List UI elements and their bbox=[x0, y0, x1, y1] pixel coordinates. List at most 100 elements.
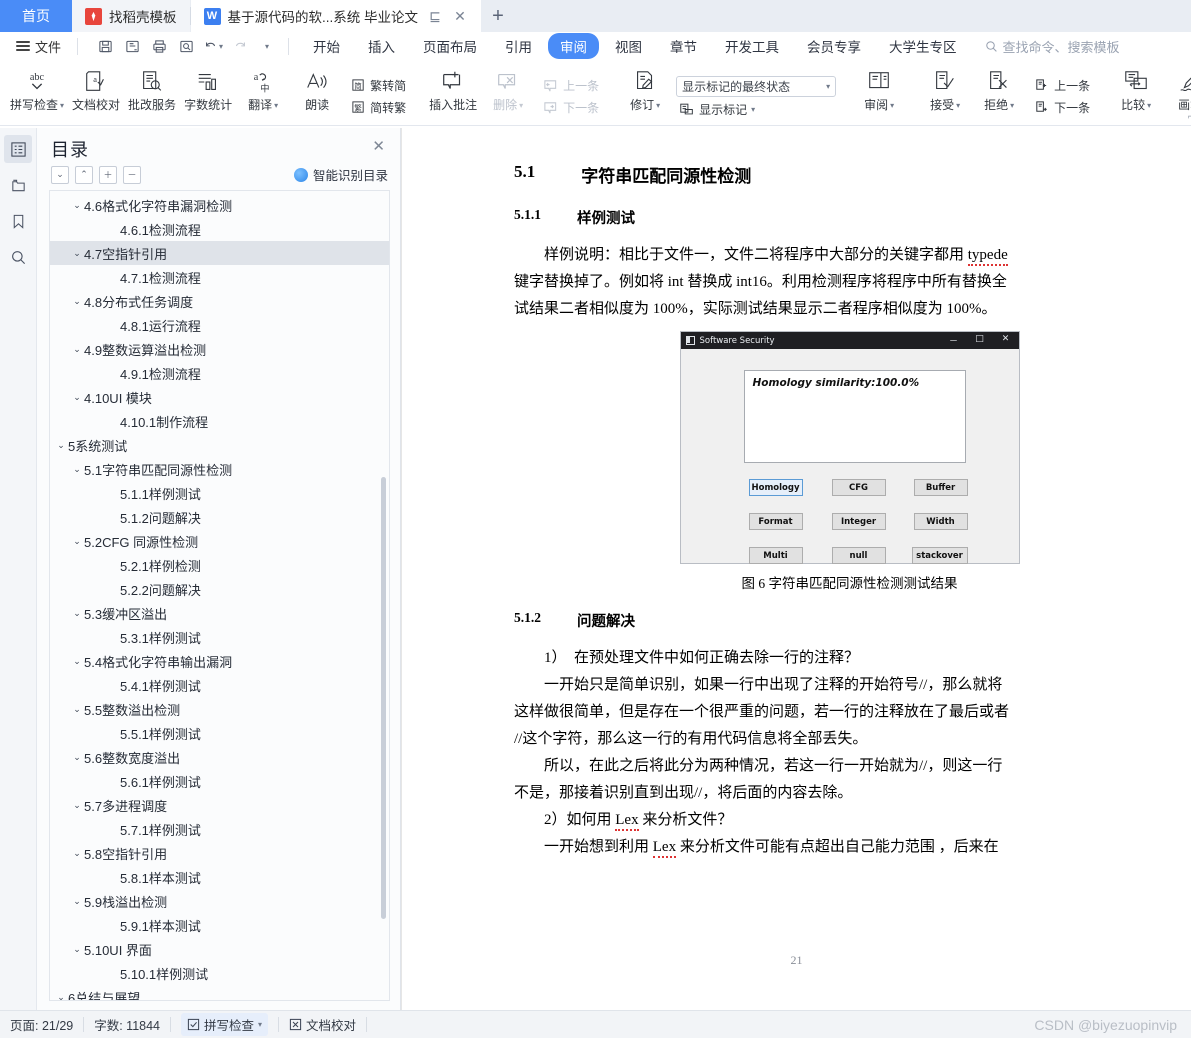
status-spellcheck-button[interactable]: 拼写检查 ▾ bbox=[171, 1013, 278, 1036]
spellcheck-button[interactable]: abc 拼写检查 ▾ bbox=[6, 63, 68, 125]
status-word-count[interactable]: 字数: 11844 bbox=[84, 1015, 170, 1034]
bookmark-icon[interactable] bbox=[4, 207, 32, 235]
chevron-down-icon[interactable]: ⌄ bbox=[70, 200, 84, 211]
toc-collapse-up-button[interactable]: ⌃ bbox=[75, 165, 93, 184]
document-page[interactable]: 5.1 字符串匹配同源性检测 5.1.1 样例测试 样例说明：相比于文件一，文件… bbox=[401, 128, 1191, 1010]
app-button-null[interactable]: null bbox=[831, 547, 886, 564]
read-aloud-button[interactable]: 朗读 bbox=[290, 63, 344, 125]
app-button-width[interactable]: Width bbox=[913, 513, 968, 530]
toc-entry[interactable]: ⌄ 5.3缓冲区溢出 bbox=[50, 601, 389, 625]
chevron-down-icon[interactable]: ⌄ bbox=[70, 848, 84, 859]
ribbon-tab-review[interactable]: 审阅 bbox=[548, 33, 600, 59]
tab-pin-icon[interactable]: ⊑ bbox=[427, 9, 443, 23]
chevron-down-icon[interactable]: ⌄ bbox=[70, 608, 84, 619]
customize-quick-access-icon[interactable]: ▾ bbox=[254, 34, 280, 58]
app-output-textarea[interactable]: Homology similarity:100.0% bbox=[743, 370, 966, 463]
toc-entry[interactable]: 4.10.1制作流程 bbox=[50, 409, 389, 433]
ribbon-tab-reference[interactable]: 引用 bbox=[493, 33, 544, 59]
ribbon-tab-start[interactable]: 开始 bbox=[301, 33, 352, 59]
chevron-down-icon[interactable]: ⌄ bbox=[70, 536, 84, 547]
document-canvas[interactable]: 5.1 字符串匹配同源性检测 5.1.1 样例测试 样例说明：相比于文件一，文件… bbox=[401, 128, 1191, 1010]
app-minimize-button[interactable]: － bbox=[941, 334, 967, 347]
ribbon-tab-student[interactable]: 大学生专区 bbox=[877, 33, 969, 59]
toc-entry[interactable]: 5.10.1样例测试 bbox=[50, 961, 389, 985]
toc-entry[interactable]: 4.8.1运行流程 bbox=[50, 313, 389, 337]
app-close-button[interactable]: ✕ bbox=[993, 334, 1019, 347]
toc-entry[interactable]: 5.1.1样例测试 bbox=[50, 481, 389, 505]
previous-comment-button[interactable]: 上一条 bbox=[539, 76, 602, 95]
ribbon-tab-section[interactable]: 章节 bbox=[658, 33, 709, 59]
new-tab-button[interactable]: + bbox=[481, 0, 515, 32]
toc-entry[interactable]: 5.7.1样例测试 bbox=[50, 817, 389, 841]
toc-entry[interactable]: 5.5.1样例测试 bbox=[50, 721, 389, 745]
toc-entry[interactable]: ⌄ 4.7空指针引用 bbox=[50, 241, 389, 265]
chevron-down-icon[interactable]: ⌄ bbox=[70, 896, 84, 907]
document-proofread-button[interactable]: a 文档校对 bbox=[68, 63, 124, 125]
chevron-down-icon[interactable]: ⌄ bbox=[70, 464, 84, 475]
app-button-format[interactable]: Format bbox=[748, 513, 803, 530]
toc-entry[interactable]: 5.9.1样本测试 bbox=[50, 913, 389, 937]
chevron-down-icon[interactable]: ⌄ bbox=[70, 248, 84, 259]
toc-entry[interactable]: ⌄ 4.8分布式任务调度 bbox=[50, 289, 389, 313]
compare-button[interactable]: 比较 ▾ bbox=[1109, 63, 1163, 125]
chevron-down-icon[interactable]: ⌄ bbox=[70, 392, 84, 403]
app-button-buffer[interactable]: Buffer bbox=[913, 479, 968, 496]
app-button-cfg[interactable]: CFG bbox=[831, 479, 886, 496]
toc-scrollbar-thumb[interactable] bbox=[381, 477, 386, 919]
ribbon-tab-view[interactable]: 视图 bbox=[603, 33, 654, 59]
toc-entry[interactable]: ⌄ 5.10UI 界面 bbox=[50, 937, 389, 961]
save-as-icon[interactable] bbox=[119, 34, 145, 58]
toc-entry[interactable]: 5.4.1样例测试 bbox=[50, 673, 389, 697]
toc-entry[interactable]: ⌄ 4.10UI 模块 bbox=[50, 385, 389, 409]
track-changes-button[interactable]: 修订 ▾ bbox=[618, 63, 672, 125]
toc-entry[interactable]: ⌄ 4.9整数运算溢出检测 bbox=[50, 337, 389, 361]
thumbnail-icon[interactable] bbox=[4, 171, 32, 199]
status-page-indicator[interactable]: 页面: 21/29 bbox=[0, 1015, 83, 1034]
ribbon-tab-insert[interactable]: 插入 bbox=[356, 33, 407, 59]
toc-entry[interactable]: 5.2.2问题解决 bbox=[50, 577, 389, 601]
toc-entry[interactable]: ⌄ 5.4格式化字符串输出漏洞 bbox=[50, 649, 389, 673]
app-button-stackover[interactable]: stackover bbox=[911, 547, 968, 564]
markup-display-combo[interactable]: 显示标记的最终状态 ▾ bbox=[676, 76, 837, 97]
delete-comment-button[interactable]: 删除 ▾ bbox=[481, 63, 535, 125]
print-icon[interactable] bbox=[146, 34, 172, 58]
toc-list[interactable]: ⌄ 4.6格式化字符串漏洞检测 4.6.1检测流程 ⌄ 4.7空指针引用 4.7.1检测流… bbox=[49, 190, 390, 1001]
show-markup-button[interactable]: 显示标记 ▾ bbox=[676, 100, 836, 119]
translate-button[interactable]: a 中 翻译 ▾ bbox=[236, 63, 290, 125]
undo-icon[interactable]: ▾ bbox=[200, 34, 226, 58]
outline-icon[interactable] bbox=[4, 135, 32, 163]
app-button-multi[interactable]: Multi bbox=[748, 547, 803, 564]
toc-entry[interactable]: ⌄ 5.5整数溢出检测 bbox=[50, 697, 389, 721]
app-maximize-button[interactable]: □ bbox=[967, 334, 993, 347]
toc-entry[interactable]: ⌄ 5.1字符串匹配同源性检测 bbox=[50, 457, 389, 481]
chevron-down-icon[interactable]: ⌄ bbox=[70, 704, 84, 715]
toc-entry[interactable]: ⌄ 6总结与展望 bbox=[50, 985, 389, 1001]
toc-entry[interactable]: 5.3.1样例测试 bbox=[50, 625, 389, 649]
toc-entry[interactable]: 5.2.1样例检测 bbox=[50, 553, 389, 577]
toc-expand-all-button[interactable]: ＋ bbox=[99, 165, 117, 184]
print-preview-icon[interactable] bbox=[173, 34, 199, 58]
toc-entry[interactable]: ⌄ 5.6整数宽度溢出 bbox=[50, 745, 389, 769]
chevron-down-icon[interactable]: ⌄ bbox=[70, 752, 84, 763]
search-icon[interactable] bbox=[4, 243, 32, 271]
tab-docer-template[interactable]: 找稻壳模板 bbox=[72, 0, 190, 32]
toc-entry[interactable]: 5.6.1样例测试 bbox=[50, 769, 389, 793]
toc-entry[interactable]: ⌄ 5.2CFG 同源性检测 bbox=[50, 529, 389, 553]
chevron-down-icon[interactable]: ⌄ bbox=[70, 344, 84, 355]
toc-expand-down-button[interactable]: ⌄ bbox=[51, 165, 69, 184]
insert-comment-button[interactable]: 插入批注 bbox=[425, 63, 481, 125]
toc-entry[interactable]: 4.9.1检测流程 bbox=[50, 361, 389, 385]
toc-close-icon[interactable]: ✕ bbox=[369, 136, 388, 157]
app-button-homology[interactable]: Homology bbox=[748, 479, 803, 496]
ribbon-tab-developer[interactable]: 开发工具 bbox=[713, 33, 791, 59]
next-comment-button[interactable]: 下一条 bbox=[539, 98, 602, 117]
next-change-button[interactable]: 下一条 bbox=[1030, 98, 1093, 117]
toc-entry[interactable]: ⌄ 5.9栈溢出检测 bbox=[50, 889, 389, 913]
status-proofread-button[interactable]: 文档校对 bbox=[279, 1015, 366, 1034]
toc-entry[interactable]: ⌄ 5.8空指针引用 bbox=[50, 841, 389, 865]
correction-service-button[interactable]: 批改服务 bbox=[124, 63, 180, 125]
accept-change-button[interactable]: 接受 ▾ bbox=[918, 63, 972, 125]
chevron-down-icon[interactable]: ⌄ bbox=[70, 800, 84, 811]
command-search-box[interactable]: 查找命令、搜索模板 bbox=[985, 37, 1120, 56]
toc-entry[interactable]: ⌄ 5系统测试 bbox=[50, 433, 389, 457]
